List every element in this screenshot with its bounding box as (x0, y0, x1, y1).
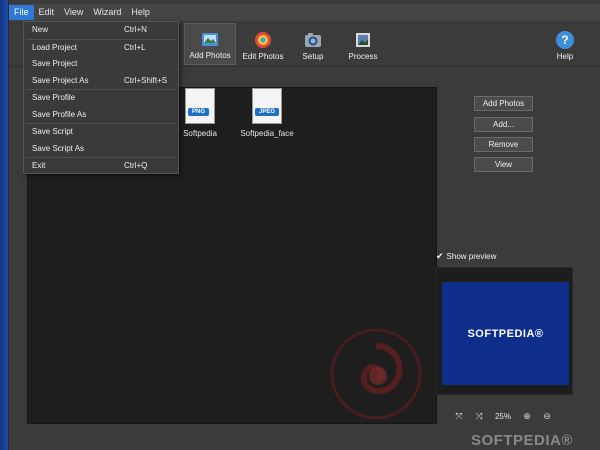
menu-item-shortcut: Ctrl+L (124, 42, 146, 52)
add-photos-icon (202, 33, 218, 46)
edit-photos-icon (255, 32, 271, 48)
setup-label: Setup (302, 52, 324, 61)
zoom-controls: ⤧ ⤨ 25% ⊕ ⊖ (449, 409, 569, 423)
file-name: Softpedia_face (240, 129, 294, 138)
help-button[interactable]: ? Help (539, 23, 591, 65)
menu-help[interactable]: Help (126, 5, 155, 20)
file-menu-dropdown: New Ctrl+N Load Project Ctrl+L Save Projec… (23, 21, 179, 174)
menu-item-save-project-as[interactable]: Save Project As Ctrl+Shift+S (24, 73, 178, 90)
menu-item-load-project[interactable]: Load Project Ctrl+L (24, 40, 178, 57)
edit-photos-label: Edit Photos (242, 52, 284, 61)
help-icon: ? (556, 31, 574, 49)
process-button[interactable]: Process (337, 23, 389, 65)
add-photos-button[interactable]: Add Photos (184, 23, 236, 65)
zoom-out-icon[interactable]: ⊖ (537, 411, 557, 422)
menu-item-label: Save Project (32, 59, 78, 68)
menu-view[interactable]: View (59, 5, 88, 20)
menu-file[interactable]: File (9, 5, 34, 20)
preview-image-text: SOFTPEDIA® (467, 327, 544, 340)
preview-image: SOFTPEDIA® (442, 282, 569, 385)
view-button[interactable]: View (474, 157, 533, 172)
file-name: Softpedia (183, 129, 217, 138)
menu-item-save-script-as[interactable]: Save Script As (24, 141, 178, 158)
watermark: SOFTPEDIA® (471, 432, 573, 449)
menu-item-new[interactable]: New Ctrl+N (24, 22, 178, 39)
fit-to-window-icon[interactable]: ⤧ (449, 411, 469, 422)
menu-item-save-profile-as[interactable]: Save Profile As (24, 107, 178, 124)
show-preview-checkbox[interactable]: ✔ Show preview (436, 251, 496, 262)
menu-item-label: Save Profile (32, 93, 76, 102)
jpeg-file-icon: JPEG (252, 88, 282, 124)
menu-item-save-project[interactable]: Save Project (24, 56, 178, 73)
remove-button[interactable]: Remove (474, 137, 533, 152)
swirl-logo (330, 328, 422, 420)
setup-icon (305, 33, 321, 47)
file-item[interactable]: JPEG Softpedia_face (222, 88, 312, 138)
menu-wizard[interactable]: Wizard (88, 5, 126, 20)
png-file-icon: PNG (185, 88, 215, 124)
file-type-badge: JPEG (255, 108, 280, 116)
menu-item-save-script[interactable]: Save Script (24, 124, 178, 141)
actual-size-icon[interactable]: ⤨ (469, 411, 489, 422)
add-photos-side-button[interactable]: Add Photos (474, 96, 533, 111)
zoom-in-icon[interactable]: ⊕ (517, 411, 537, 422)
menu-item-label: Load Project (32, 42, 77, 52)
file-type-badge: PNG (188, 108, 210, 116)
menu-item-label: Save Script As (32, 143, 85, 153)
menu-item-shortcut: Ctrl+Q (124, 161, 148, 170)
menu-item-shortcut: Ctrl+Shift+S (124, 75, 168, 85)
edit-photos-button[interactable]: Edit Photos (237, 23, 289, 65)
menu-bar: File Edit View Wizard Help (9, 4, 600, 21)
preview-panel: SOFTPEDIA® (436, 267, 573, 395)
show-preview-label: Show preview (446, 252, 497, 261)
menu-item-shortcut: Ctrl+N (124, 25, 147, 34)
menu-item-label: Save Profile As (32, 109, 87, 119)
menu-item-exit[interactable]: Exit Ctrl+Q (24, 158, 178, 175)
menu-item-label: Exit (32, 161, 46, 170)
process-icon (356, 33, 370, 47)
process-label: Process (348, 52, 378, 61)
help-label: Help (556, 52, 574, 61)
menu-edit[interactable]: Edit (34, 5, 60, 20)
setup-button[interactable]: Setup (287, 23, 339, 65)
menu-item-label: New (32, 25, 49, 34)
menu-item-label: Save Project As (32, 75, 89, 85)
zoom-level: 25% (494, 411, 511, 421)
menu-item-save-profile[interactable]: Save Profile (24, 90, 178, 107)
checkmark-icon: ✔ (436, 251, 444, 261)
add-photos-label: Add Photos (189, 51, 231, 60)
app-window: File Edit View Wizard Help Add Photos Ed… (8, 0, 600, 450)
menu-item-label: Save Script (32, 127, 73, 136)
add-button[interactable]: Add... (474, 117, 533, 132)
